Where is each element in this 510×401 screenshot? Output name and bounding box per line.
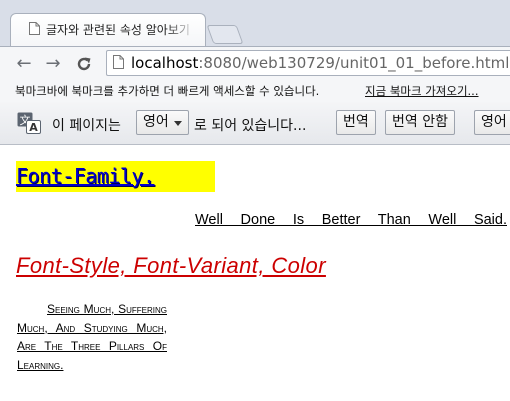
reload-button[interactable]: [73, 54, 95, 74]
quote-three-pillars: Seeing Much, Suffering Much, And Studyin…: [17, 302, 167, 372]
bookmarks-bar: 북마크바에 북마크를 추가하면 더 빠르게 액세스할 수 있습니다. 지금 북마…: [0, 80, 510, 102]
page-icon: [113, 55, 124, 69]
forward-button[interactable]: →: [42, 54, 64, 74]
url-path: :8080/web130729/unit01_01_before.html: [198, 54, 510, 72]
browser-tab[interactable]: 글자와 관련된 속성 알아보기: [10, 13, 206, 46]
language-select-value: 영어: [143, 114, 169, 130]
language-select[interactable]: 영어: [136, 110, 189, 135]
language-options-button[interactable]: 영어: [474, 110, 510, 135]
translate-icon: 文 A: [17, 112, 41, 134]
back-button[interactable]: ←: [13, 54, 35, 74]
reload-icon: [77, 57, 91, 71]
translate-prefix-text: 이 페이지는: [52, 118, 121, 134]
browser-toolbar: ← → localhost:8080/web130729/unit01_01_b…: [0, 46, 510, 81]
font-family-heading: Font-Family.: [16, 161, 215, 192]
new-tab-button[interactable]: [206, 25, 244, 44]
quote-well-done: Well Done Is Better Than Well Said.: [195, 212, 507, 228]
import-bookmarks-link[interactable]: 지금 북마크 가져오기...: [365, 83, 479, 99]
arrow-right-icon: →: [45, 53, 61, 74]
translate-suffix-text: 로 되어 있습니다...: [194, 118, 307, 134]
no-translate-button[interactable]: 번역 안함: [385, 110, 455, 135]
translate-button[interactable]: 번역: [336, 110, 376, 135]
page-content: Font-Family. Well Done Is Better Than We…: [0, 145, 510, 401]
arrow-left-icon: ←: [16, 53, 32, 74]
address-bar[interactable]: localhost:8080/web130729/unit01_01_befor…: [106, 50, 510, 76]
tab-strip: 글자와 관련된 속성 알아보기: [0, 0, 510, 46]
tab-title: 글자와 관련된 속성 알아보기: [46, 23, 190, 37]
translate-bar: 文 A 이 페이지는 영어 로 되어 있습니다... 번역 번역 안함 영어: [0, 102, 510, 145]
url-text: localhost:8080/web130729/unit01_01_befor…: [131, 54, 509, 72]
url-host: localhost: [131, 54, 199, 72]
chevron-down-icon: [174, 121, 182, 126]
bookmarks-message: 북마크바에 북마크를 추가하면 더 빠르게 액세스할 수 있습니다.: [15, 84, 320, 98]
page-icon: [29, 22, 40, 35]
svg-text:A: A: [29, 121, 38, 134]
font-style-heading: Font-Style, Font-Variant, Color: [16, 253, 326, 278]
